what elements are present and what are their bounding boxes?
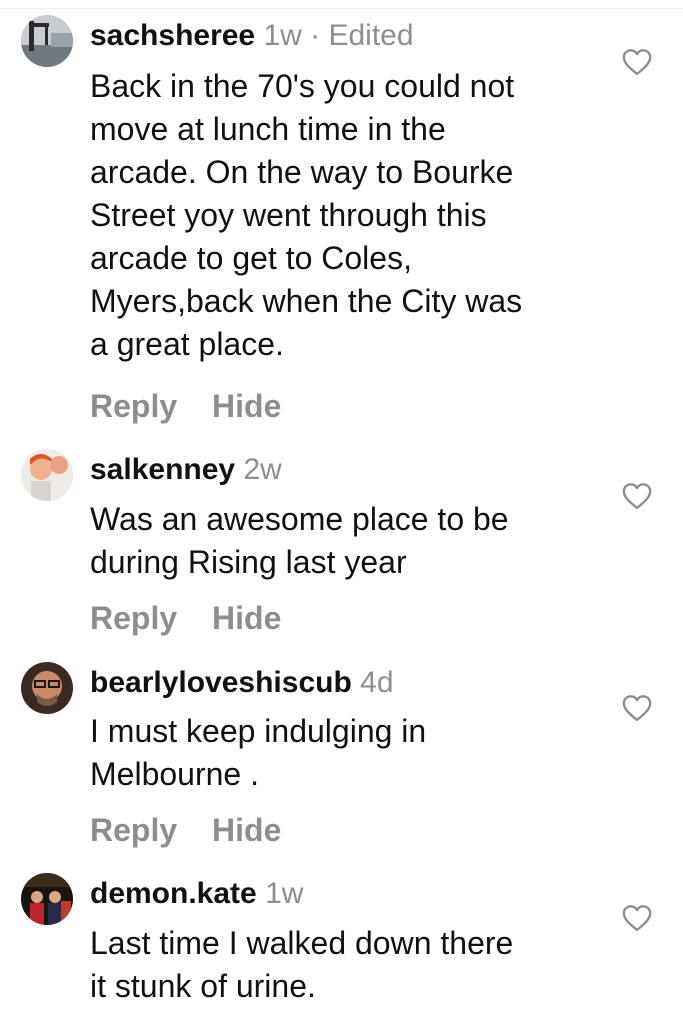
hide-button[interactable]: Hide [212,388,281,424]
comment-actions: Reply Hide [90,386,307,426]
comment-username[interactable]: bearlyloveshiscub 4d [90,665,394,701]
heart-outline-icon[interactable] [622,904,652,932]
comment-line: Myers,back when the City was [90,283,523,319]
comment-line: it stunk of urine. [90,968,316,1004]
comment-username[interactable]: sachsheree 1w · Edited [90,18,414,54]
avatar[interactable] [21,662,73,714]
comment-line: arcade to get to Coles, [90,240,412,276]
comment-meta: 1w [265,877,304,910]
comment-meta: 4d [360,666,394,699]
reply-button[interactable]: Reply [90,600,177,636]
comment-line: arcade. On the way to Bourke [90,154,514,190]
heart-outline-icon[interactable] [622,694,652,722]
comment-username[interactable]: salkenney 2w [90,452,282,488]
comment-line: Last time I walked down there [90,925,514,961]
comment-line: Was an awesome place to be [90,501,509,537]
comment-text: Was an awesome place to be during Rising… [90,498,590,584]
reply-button[interactable]: Reply [90,388,177,424]
comment-actions: Reply Hide [90,810,307,850]
comment-line: move at lunch time in the [90,111,446,147]
heart-outline-icon[interactable] [622,482,652,510]
comment-line: Back in the 70's you could not [90,68,515,104]
reply-button[interactable]: Reply [90,812,177,848]
comment-text: I must keep indulging in Melbourne . [90,710,590,796]
hide-button[interactable]: Hide [212,812,281,848]
heart-outline-icon[interactable] [622,48,652,76]
comment-line: a great place. [90,326,284,362]
comment-line: during Rising last year [90,544,407,580]
comment-meta: 2w [243,453,282,486]
hide-button[interactable]: Hide [212,600,281,636]
comment-text: Last time I walked down there it stunk o… [90,922,590,1008]
avatar[interactable] [21,15,73,67]
avatar[interactable] [21,873,73,925]
comment-username[interactable]: demon.kate 1w [90,876,303,912]
comment-line: I must keep indulging in [90,713,427,749]
comment-line: Melbourne . [90,756,259,792]
comment-meta: 1w · Edited [263,19,414,52]
avatar[interactable] [21,449,73,501]
comment-line: Street yoy went through this [90,197,487,233]
comment-text: Back in the 70's you could not move at l… [90,65,590,366]
comment-actions: Reply Hide [90,598,307,638]
top-divider [0,8,683,9]
